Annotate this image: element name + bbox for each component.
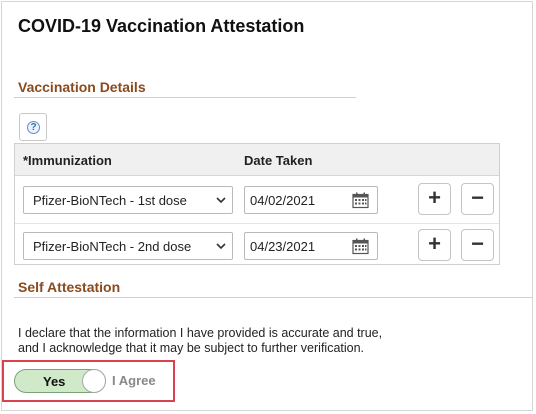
self-attestation-title: Self Attestation bbox=[18, 279, 121, 295]
table-row: Pfizer-BioNTech - 2nd dose 04/23/2021 + … bbox=[15, 223, 499, 267]
date-taken-input[interactable]: 04/23/2021 bbox=[244, 232, 378, 260]
date-taken-input[interactable]: 04/02/2021 bbox=[244, 186, 378, 214]
date-taken-value: 04/23/2021 bbox=[250, 239, 316, 254]
section-divider bbox=[14, 97, 356, 98]
chevron-down-icon bbox=[216, 197, 226, 204]
grid-header: *Immunization Date Taken bbox=[15, 144, 499, 176]
help-button[interactable]: ? bbox=[19, 113, 47, 141]
page-title: COVID-19 Vaccination Attestation bbox=[18, 16, 305, 36]
delete-row-button[interactable]: − bbox=[461, 183, 494, 215]
section-divider bbox=[14, 297, 533, 298]
date-taken-value: 04/02/2021 bbox=[250, 193, 316, 208]
chevron-down-icon bbox=[216, 243, 226, 250]
agree-toggle[interactable]: Yes bbox=[14, 369, 106, 393]
declaration-line: and I acknowledge that it may be subject… bbox=[18, 341, 365, 355]
vaccination-details-title: Vaccination Details bbox=[18, 79, 146, 95]
add-row-button[interactable]: + bbox=[418, 183, 451, 215]
immunization-grid: *Immunization Date Taken Pfizer-BioNTech… bbox=[14, 143, 500, 265]
calendar-icon[interactable] bbox=[352, 192, 369, 209]
toggle-knob[interactable] bbox=[82, 369, 106, 393]
help-icon: ? bbox=[27, 121, 40, 134]
table-row: Pfizer-BioNTech - 1st dose 04/02/2021 + … bbox=[15, 178, 499, 222]
minus-icon: − bbox=[471, 231, 484, 256]
plus-icon: + bbox=[428, 185, 441, 210]
column-header-immunization: *Immunization bbox=[23, 153, 112, 168]
agree-label: I Agree bbox=[112, 373, 156, 388]
column-header-date-taken: Date Taken bbox=[244, 153, 313, 168]
toggle-value: Yes bbox=[43, 374, 66, 389]
declaration-line: I declare that the information I have pr… bbox=[18, 326, 383, 340]
calendar-icon[interactable] bbox=[352, 238, 369, 255]
immunization-select-value: Pfizer-BioNTech - 1st dose bbox=[33, 193, 187, 208]
immunization-select-value: Pfizer-BioNTech - 2nd dose bbox=[33, 239, 192, 254]
immunization-select[interactable]: Pfizer-BioNTech - 2nd dose bbox=[23, 232, 233, 260]
declaration-text: I declare that the information I have pr… bbox=[18, 326, 438, 356]
minus-icon: − bbox=[471, 185, 484, 210]
plus-icon: + bbox=[428, 231, 441, 256]
add-row-button[interactable]: + bbox=[418, 229, 451, 261]
immunization-select[interactable]: Pfizer-BioNTech - 1st dose bbox=[23, 186, 233, 214]
delete-row-button[interactable]: − bbox=[461, 229, 494, 261]
